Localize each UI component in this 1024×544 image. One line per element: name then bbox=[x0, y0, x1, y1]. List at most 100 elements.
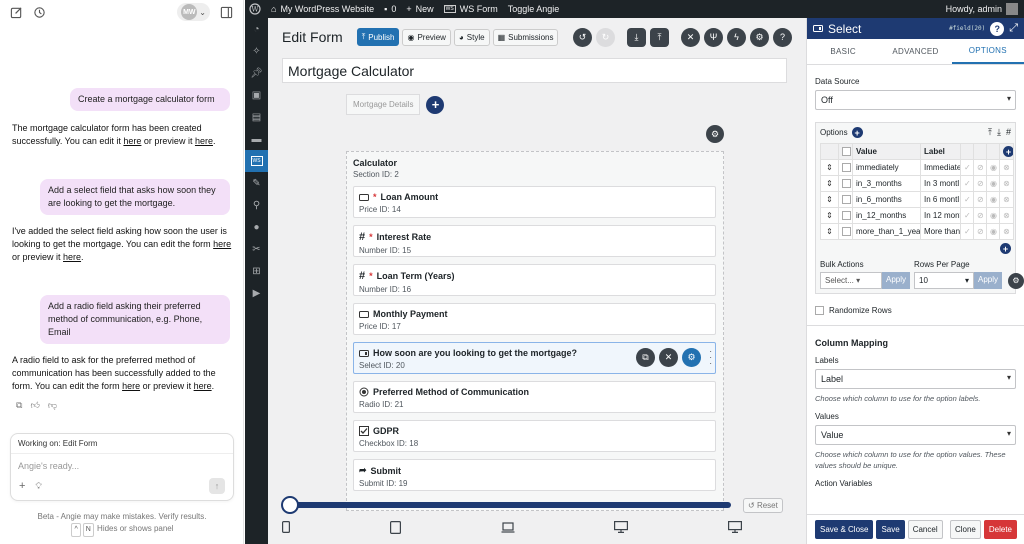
download-icon[interactable]: ⤓ bbox=[627, 27, 646, 47]
delete-icon[interactable]: ⊗ bbox=[999, 207, 1014, 224]
option-label-cell[interactable]: In 12 mont bbox=[920, 207, 961, 224]
option-label-cell[interactable]: In 6 montl bbox=[920, 191, 961, 208]
field-how-soon-select[interactable]: How soon are you looking to get the mort… bbox=[353, 342, 716, 374]
form-section-calculator[interactable]: Calculator Section ID: 2 * Loan Amount Pr… bbox=[346, 151, 724, 511]
option-value-cell[interactable]: in_12_months bbox=[852, 207, 921, 224]
disabled-icon[interactable]: ⊘ bbox=[973, 175, 987, 192]
field-id-variable[interactable]: #field(20) bbox=[949, 25, 985, 32]
disabled-icon[interactable]: ⊘ bbox=[973, 223, 987, 240]
sort-handle-icon[interactable]: ⇕ bbox=[820, 207, 839, 224]
preview-form-link[interactable]: here bbox=[194, 381, 212, 391]
clone-button[interactable]: Clone bbox=[949, 520, 981, 539]
chat-input[interactable]: Angie's ready... bbox=[11, 454, 233, 478]
hash-icon[interactable]: # bbox=[1006, 127, 1011, 138]
row-checkbox[interactable] bbox=[842, 163, 851, 173]
settings-icon[interactable]: ⊞ bbox=[245, 260, 268, 282]
field-monthly-payment[interactable]: Monthly Payment Price ID: 17 bbox=[353, 303, 716, 335]
tab-advanced[interactable]: ADVANCED bbox=[879, 39, 951, 64]
check-icon[interactable]: ✓ bbox=[960, 207, 974, 224]
field-loan-amount[interactable]: * Loan Amount Price ID: 14 bbox=[353, 186, 716, 218]
disabled-icon[interactable]: ⊘ bbox=[973, 207, 987, 224]
randomize-rows-checkbox[interactable] bbox=[815, 306, 824, 315]
save-close-button[interactable]: Save & Close bbox=[815, 520, 874, 539]
add-option-button[interactable]: + bbox=[851, 127, 863, 138]
panel-toggle-icon[interactable] bbox=[220, 6, 233, 19]
eye-icon[interactable]: ◉ bbox=[986, 175, 1000, 192]
option-label-cell[interactable]: More than bbox=[920, 223, 961, 240]
lightbulb-icon[interactable]: 💡︎ bbox=[35, 481, 41, 492]
eye-icon[interactable]: ◉ bbox=[986, 207, 1000, 224]
pages-icon[interactable]: ▤ bbox=[245, 106, 268, 128]
edit-form-link[interactable]: here bbox=[123, 136, 141, 146]
delete-icon[interactable]: ✕ bbox=[659, 348, 678, 367]
edit-icon[interactable] bbox=[10, 6, 23, 19]
branch-icon[interactable]: Ψ bbox=[704, 27, 723, 47]
wordpress-logo-icon[interactable]: W bbox=[249, 3, 261, 15]
field-loan-term[interactable]: # * Loan Term (Years) Number ID: 16 bbox=[353, 264, 716, 296]
preview-form-link[interactable]: here bbox=[63, 252, 81, 262]
check-icon[interactable]: ✓ bbox=[960, 159, 974, 176]
tab-mortgage-details[interactable]: Mortgage Details bbox=[346, 94, 421, 115]
plugins-icon[interactable]: ⚲ bbox=[245, 194, 268, 216]
thumbs-down-icon[interactable]: 👎︎ bbox=[48, 400, 57, 411]
eye-icon[interactable]: ◉ bbox=[986, 191, 1000, 208]
gear-icon[interactable]: ⚙ bbox=[750, 27, 769, 47]
laptop-icon[interactable] bbox=[501, 521, 515, 533]
option-label-cell[interactable]: In 3 montl bbox=[920, 175, 961, 192]
option-value-cell[interactable]: in_3_months bbox=[852, 175, 921, 192]
edit-form-link[interactable]: here bbox=[122, 381, 140, 391]
preview-form-link[interactable]: here bbox=[195, 136, 213, 146]
disabled-icon[interactable]: ⊘ bbox=[973, 159, 987, 176]
option-label-cell[interactable]: Immediate bbox=[920, 159, 961, 176]
preview-button[interactable]: ◉ Preview bbox=[402, 28, 451, 46]
disabled-icon[interactable]: ⊘ bbox=[973, 191, 987, 208]
sparkle-icon[interactable]: ✧ bbox=[245, 40, 268, 62]
clone-icon[interactable]: ⧉ bbox=[636, 348, 655, 367]
check-icon[interactable]: ✓ bbox=[960, 191, 974, 208]
copy-icon[interactable]: ⧉ bbox=[16, 400, 22, 411]
option-value-cell[interactable]: more_than_1_yea bbox=[852, 223, 921, 240]
account-menu[interactable]: Howdy, admin bbox=[946, 3, 1024, 15]
labels-column-select[interactable]: Label bbox=[815, 369, 1016, 389]
sort-handle-icon[interactable]: ⇕ bbox=[820, 223, 839, 240]
tab-settings-gear-icon[interactable]: ⚙ bbox=[706, 125, 724, 143]
submissions-button[interactable]: ▦ Submissions bbox=[492, 28, 559, 46]
tab-options[interactable]: OPTIONS bbox=[951, 39, 1024, 64]
appearance-icon[interactable]: ✎ bbox=[245, 172, 268, 194]
mobile-icon[interactable] bbox=[282, 521, 290, 533]
desktop-icon[interactable] bbox=[614, 521, 629, 533]
delete-icon[interactable]: ⊗ bbox=[999, 175, 1014, 192]
pin-icon[interactable]: 📌︎ bbox=[245, 62, 268, 84]
delete-icon[interactable]: ⊗ bbox=[999, 191, 1014, 208]
rows-per-page-select[interactable]: 10 ▾ bbox=[914, 272, 974, 289]
delete-icon[interactable]: ⊗ bbox=[999, 159, 1014, 176]
upload-icon[interactable]: ⤒ bbox=[988, 127, 992, 138]
field-submit[interactable]: ➦ Submit Submit ID: 19 bbox=[353, 459, 716, 491]
play-icon[interactable]: ▶ bbox=[245, 282, 268, 304]
sort-handle-icon[interactable]: ⇕ bbox=[820, 191, 839, 208]
tablet-icon[interactable] bbox=[389, 520, 401, 534]
download-icon[interactable]: ⤓ bbox=[997, 127, 1001, 138]
sort-handle-icon[interactable]: ⇕ bbox=[820, 175, 839, 192]
check-icon[interactable]: ✓ bbox=[960, 175, 974, 192]
gear-icon[interactable]: ⚙ bbox=[1008, 272, 1024, 289]
tools-icon[interactable]: ✕ bbox=[681, 27, 700, 47]
history-icon[interactable] bbox=[33, 6, 46, 19]
publish-button[interactable]: ⤒ Publish bbox=[356, 28, 400, 46]
large-desktop-icon[interactable] bbox=[728, 521, 742, 533]
delete-icon[interactable]: ⊗ bbox=[999, 223, 1014, 240]
ws-form-menu-icon[interactable]: WS bbox=[245, 150, 268, 172]
thumbs-up-icon[interactable]: 👍︎ bbox=[30, 400, 39, 411]
site-name-link[interactable]: ⌂ My WordPress Website bbox=[271, 4, 374, 14]
rows-apply-button[interactable]: Apply bbox=[974, 272, 1003, 289]
upload-icon[interactable]: ⤒ bbox=[650, 27, 669, 47]
undo-icon[interactable]: ↺ bbox=[573, 27, 592, 47]
breakpoint-slider[interactable] bbox=[281, 496, 731, 514]
eye-icon[interactable]: ◉ bbox=[986, 223, 1000, 240]
field-preferred-communication[interactable]: Preferred Method of Communication Radio … bbox=[353, 381, 716, 413]
gear-icon[interactable]: ⚙ bbox=[682, 348, 701, 367]
add-column-button[interactable]: + bbox=[1003, 146, 1013, 157]
option-value-cell[interactable]: in_6_months bbox=[852, 191, 921, 208]
help-icon[interactable]: ? bbox=[773, 27, 792, 47]
edit-form-link[interactable]: here bbox=[213, 239, 231, 249]
